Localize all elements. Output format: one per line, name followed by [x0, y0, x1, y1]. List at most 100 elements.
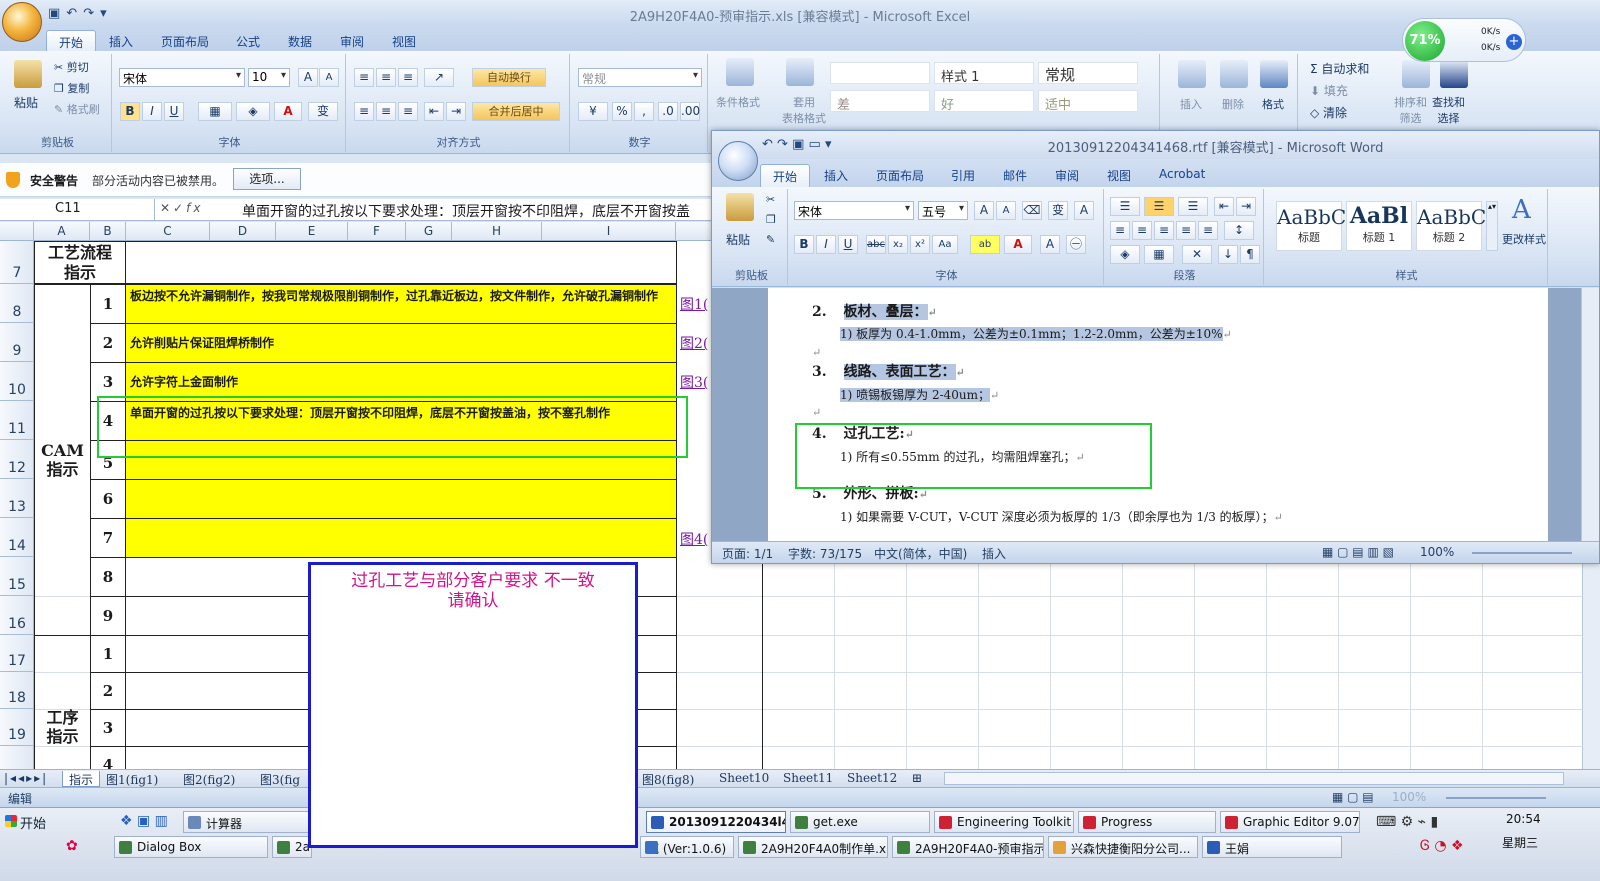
border-icon[interactable]: ▦ — [198, 102, 232, 121]
list-subitem[interactable]: 1) 如果需要 V-CUT，V-CUT 深度必须为板厚的 1/3（即余厚也为 1… — [840, 508, 1283, 525]
taskbar-item-graphic-editor[interactable]: Graphic Editor 9.07b2... — [1220, 811, 1360, 833]
fill-color-icon[interactable]: ◈ — [236, 102, 270, 121]
column-header-i[interactable]: I — [542, 222, 676, 241]
line-spacing-icon[interactable]: ↕ — [1224, 221, 1254, 240]
format-cells-button[interactable]: 格式 — [1262, 96, 1284, 112]
merge-center-button[interactable]: 合并后居中 — [472, 102, 560, 121]
header-blank-cell[interactable] — [125, 241, 677, 284]
conditional-format-button[interactable]: 条件格式 — [716, 94, 760, 110]
taskbar-item-word-doc[interactable]: 2013091220434l4... — [646, 811, 786, 833]
clear-button[interactable]: ◇ 清除 — [1310, 104, 1347, 121]
char-shading-icon[interactable]: A — [1040, 235, 1060, 254]
security-options-button[interactable]: 选项... — [233, 168, 301, 190]
tab-insert[interactable]: 插入 — [812, 164, 860, 187]
word-page[interactable]: 2. 板材、叠层：↵ 1) 板厚为 0.4-1.0mm，公差为±0.1mm；1.… — [768, 288, 1548, 541]
delete-cells-icon[interactable] — [1220, 60, 1248, 88]
cut-icon[interactable]: ✂ — [766, 193, 775, 206]
zoom-slider[interactable] — [1446, 797, 1546, 799]
tab-home[interactable]: 开始 — [760, 164, 811, 187]
process-item-number[interactable]: 4 — [90, 746, 126, 769]
cam-item-text[interactable] — [125, 479, 677, 519]
horizontal-scrollbar[interactable] — [944, 772, 1564, 785]
start-button[interactable]: 开始 — [2, 811, 52, 833]
style-blank[interactable] — [830, 62, 930, 84]
sheet-tab-sheet10[interactable]: Sheet10 — [719, 771, 769, 787]
numbering-icon[interactable]: ☰ — [1144, 197, 1174, 216]
formula-fx-icon[interactable]: ✕✓fx — [160, 201, 203, 215]
row-header-11[interactable]: 11 — [0, 401, 34, 440]
increase-indent-icon[interactable]: ⇥ — [446, 102, 466, 121]
format-painter-button[interactable]: ✎ 格式刷 — [54, 101, 100, 117]
percent-icon[interactable]: % — [612, 102, 632, 121]
process-flow-header[interactable]: 工艺流程 指示 — [34, 241, 126, 284]
select-all-corner[interactable] — [0, 222, 34, 241]
conditional-format-icon[interactable] — [726, 58, 754, 86]
figure-link[interactable]: 图4( — [678, 529, 708, 549]
align-bottom-icon[interactable]: ≡ — [398, 68, 418, 87]
office-button[interactable] — [2, 2, 42, 42]
row-header-7[interactable]: 7 — [0, 241, 34, 284]
table-format-icon[interactable] — [786, 58, 814, 86]
change-styles-button[interactable]: 更改样式 — [1502, 231, 1546, 247]
clear-format-icon[interactable]: ⌫ — [1022, 201, 1042, 220]
cam-item-text[interactable]: 板边按不允许漏铜制作，按我司常规极限削铜制作，过孔靠近板边，按文件制作，允许破孔… — [125, 284, 677, 324]
sort-icon[interactable]: ↓ — [1218, 245, 1238, 264]
tray-clock-time[interactable]: 20:54 — [1506, 812, 1541, 826]
row-header-16[interactable]: 16 — [0, 596, 34, 635]
taskbar-item-engineering-toolkit[interactable]: Engineering Toolkit 9.... — [934, 811, 1074, 833]
tab-insert[interactable]: 插入 — [97, 30, 145, 51]
word-document-area[interactable]: 2. 板材、叠层：↵ 1) 板厚为 0.4-1.0mm，公差为±0.1mm；1.… — [712, 288, 1599, 541]
change-styles-icon[interactable]: A — [1512, 195, 1531, 225]
underline-icon[interactable]: U — [838, 235, 858, 254]
shading-icon[interactable]: ◈ — [1110, 245, 1140, 264]
decrease-decimal-icon[interactable]: .00 — [680, 102, 700, 121]
font-size-select[interactable]: 10 — [248, 68, 290, 87]
decrease-indent-icon[interactable]: ⇤ — [1214, 197, 1234, 216]
bold-icon[interactable]: B — [794, 235, 814, 254]
find-select-button[interactable]: 查找和 选择 — [1432, 94, 1465, 126]
char-border-icon[interactable]: A — [1074, 201, 1094, 220]
superscript-icon[interactable]: x² — [910, 235, 930, 254]
phonetic-icon[interactable]: 变 — [1048, 201, 1068, 220]
view-buttons-icon[interactable]: ▦ ▢ ▤ — [1332, 790, 1374, 804]
list-subitem[interactable]: 1) 喷锡板锡厚为 2-40um；↵ — [840, 386, 999, 403]
tab-view[interactable]: 视图 — [380, 30, 428, 51]
bullets-icon[interactable]: ☰ — [1110, 197, 1140, 216]
figure-link[interactable]: 图2( — [678, 333, 708, 353]
style-normal[interactable]: 常规 — [1038, 62, 1138, 84]
show-marks-icon[interactable]: ¶ — [1240, 245, 1260, 264]
decrease-indent-icon[interactable]: ⇤ — [424, 102, 444, 121]
insert-cells-icon[interactable] — [1178, 60, 1206, 88]
style-heading-2[interactable]: AaBbC 标题 2 — [1416, 201, 1486, 251]
italic-icon[interactable]: I — [142, 102, 162, 121]
figure-link[interactable]: 图3( — [678, 372, 708, 392]
tab-acrobat[interactable]: Acrobat — [1147, 164, 1217, 187]
tab-page-layout[interactable]: 页面布局 — [149, 30, 221, 51]
process-item-number[interactable]: 2 — [90, 672, 126, 710]
align-right-icon[interactable]: ≡ — [398, 102, 418, 121]
row-header-13[interactable]: 13 — [0, 479, 34, 518]
column-header-c[interactable]: C — [126, 222, 210, 241]
taskbar-item-calculator[interactable]: 计算器 — [183, 811, 313, 833]
taskbar-item-ver[interactable]: 范 (Ver:1.0.6) — [640, 836, 734, 858]
sheet-tab-sheet11[interactable]: Sheet11 — [783, 771, 833, 787]
word-vertical-scrollbar[interactable] — [1581, 288, 1599, 541]
insert-sheet-icon[interactable]: ⊞ — [912, 771, 922, 787]
column-header-e[interactable]: E — [276, 222, 348, 241]
format-cells-icon[interactable] — [1260, 60, 1288, 88]
cam-item-text[interactable] — [125, 518, 677, 558]
tab-data[interactable]: 数据 — [276, 30, 324, 51]
sheet-nav-arrows-icon[interactable]: |◂◂▸▸| — [4, 771, 48, 787]
justify-icon[interactable]: ≡ — [1176, 221, 1196, 240]
copy-icon[interactable]: ❐ — [766, 213, 776, 226]
insert-cells-button[interactable]: 插入 — [1180, 96, 1202, 112]
word-font-name-select[interactable]: 宋体 — [794, 201, 914, 220]
column-header-h[interactable]: H — [452, 222, 542, 241]
format-painter-icon[interactable]: ✎ — [766, 233, 775, 246]
paste-button[interactable]: 粘贴 — [726, 231, 750, 248]
word-count[interactable]: 字数: 73/175 — [788, 545, 862, 562]
page-count[interactable]: 页面: 1/1 — [722, 545, 773, 562]
tab-view[interactable]: 视图 — [1095, 164, 1143, 187]
multilevel-list-icon[interactable]: ☰ — [1178, 197, 1208, 216]
align-center-icon[interactable]: ≡ — [1132, 221, 1152, 240]
